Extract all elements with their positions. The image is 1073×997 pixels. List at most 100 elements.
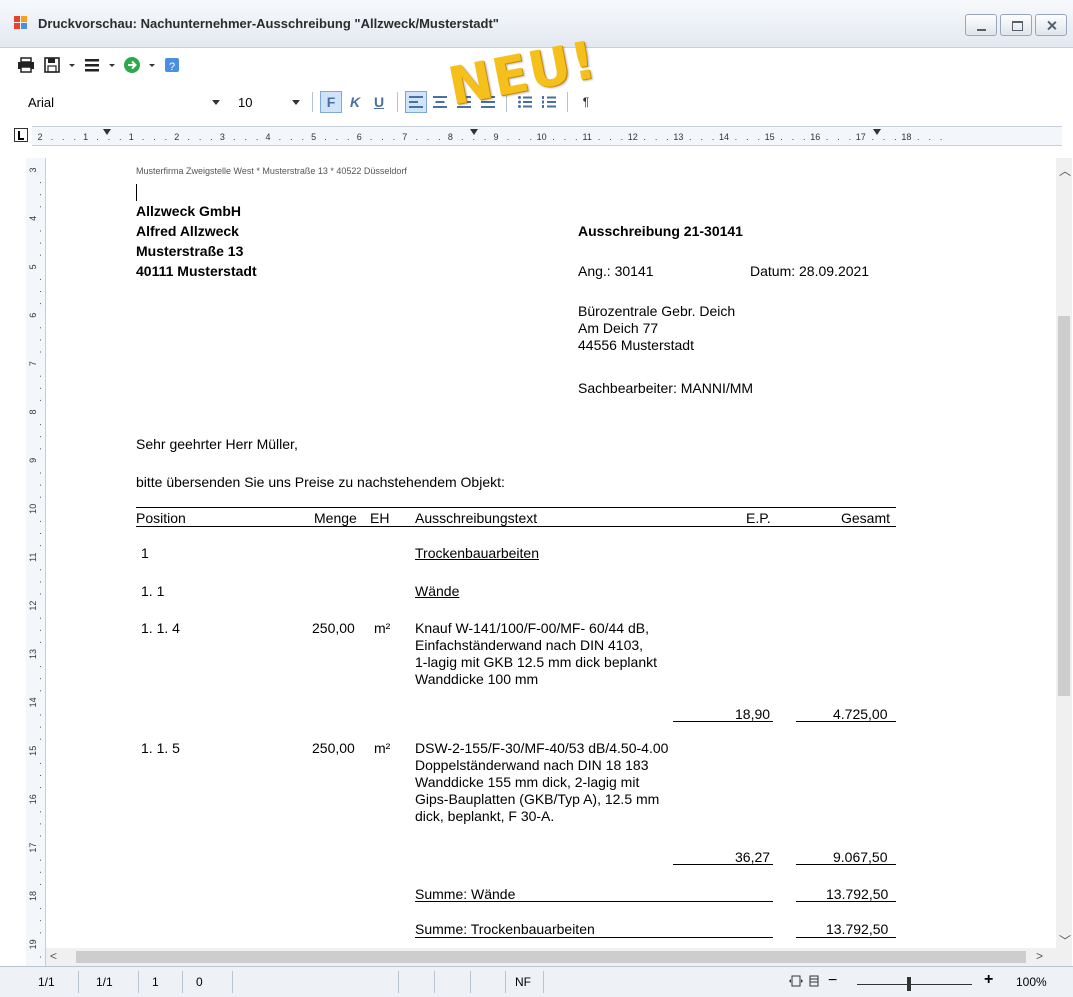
save-dropdown-arrow[interactable] xyxy=(68,55,76,75)
scroll-right-icon[interactable]: > xyxy=(1036,949,1043,963)
pos114-text-line: Knauf W-141/100/F-00/MF- 60/44 dB, xyxy=(415,620,649,636)
ruler-tick xyxy=(439,139,440,140)
ruler-tick xyxy=(40,533,41,534)
ruler-tick xyxy=(256,139,258,140)
tab-marker[interactable] xyxy=(470,129,478,135)
pos114-gesamt: 4.725,00 xyxy=(833,706,888,722)
toolbar-separator xyxy=(397,92,398,112)
ruler-tick xyxy=(484,139,486,140)
pos115-eh: m² xyxy=(374,740,391,756)
ruler-tick xyxy=(40,811,41,813)
left-indent-marker[interactable] xyxy=(103,129,111,135)
pos1-title: Trockenbauarbeiten xyxy=(415,545,540,561)
ruler-tick-label: 4 xyxy=(28,216,38,221)
summe-waende-value: 13.792,50 xyxy=(826,886,889,902)
ruler-tick xyxy=(792,139,794,140)
ruler-tick xyxy=(40,569,41,571)
zoom-slider-track[interactable] xyxy=(857,984,972,985)
zoom-slider-thumb[interactable] xyxy=(907,977,911,991)
minimize-button[interactable] xyxy=(965,14,997,36)
horizontal-scrollbar[interactable]: < > xyxy=(46,948,1056,966)
ruler-tick-label: 17 xyxy=(856,132,866,142)
printer-icon xyxy=(18,57,34,73)
right-indent-marker[interactable] xyxy=(873,129,881,135)
export-dropdown-arrow[interactable] xyxy=(148,55,156,75)
ruler-tick-label: 14 xyxy=(719,132,729,142)
ruler-tick-label: 13 xyxy=(673,132,683,142)
fit-page-button[interactable] xyxy=(788,973,804,992)
ruler-tick xyxy=(40,593,41,595)
ruler-tick xyxy=(473,139,475,140)
align-center-icon xyxy=(433,96,447,108)
ruler-tick-label: 7 xyxy=(402,132,407,142)
summe-waende-value-rule xyxy=(796,901,896,902)
text-caret xyxy=(136,184,137,201)
ruler-tick xyxy=(40,581,41,583)
ruler-tick xyxy=(199,139,201,140)
office-street: Am Deich 77 xyxy=(578,320,659,336)
status-page-total: 1/1 xyxy=(96,975,113,989)
help-button[interactable]: ? xyxy=(162,55,182,75)
horizontal-ruler: 2 1 1 2 3 4 5 6 7 8 9 10 11 12 13 14 15 16 17 18 xyxy=(32,126,1062,146)
align-center-button[interactable] xyxy=(429,91,451,113)
save-button[interactable] xyxy=(42,55,62,75)
layout-dropdown-arrow[interactable] xyxy=(108,55,116,75)
italic-button[interactable]: K xyxy=(344,91,366,113)
underline-button[interactable]: U xyxy=(368,91,390,113)
ruler-tick xyxy=(940,139,942,140)
font-name-value: Arial xyxy=(28,94,55,110)
align-left-icon xyxy=(409,96,423,108)
paragraph-marks-button[interactable]: ¶ xyxy=(575,91,597,113)
ruler-tick xyxy=(40,823,41,825)
status-mode: NF xyxy=(515,975,531,989)
ruler-tick xyxy=(302,139,304,140)
print-button[interactable] xyxy=(16,55,36,75)
ruler-tick xyxy=(40,375,41,377)
ruler-tick xyxy=(530,139,532,140)
layout-button[interactable] xyxy=(82,55,102,75)
svg-text:?: ? xyxy=(169,61,175,73)
ruler-tick xyxy=(701,139,703,140)
ruler-tick xyxy=(826,139,828,140)
ruler-tick xyxy=(245,139,247,140)
ruler-tick xyxy=(598,139,600,140)
recipient-company: Allzweck GmbH xyxy=(136,203,242,219)
ruler-tick xyxy=(165,139,167,140)
maximize-button[interactable] xyxy=(1000,14,1032,36)
zoom-in-button[interactable]: + xyxy=(984,971,993,989)
ruler-tick-label: 11 xyxy=(583,132,592,142)
bold-button[interactable]: F xyxy=(320,91,342,113)
font-name-select[interactable]: Arial xyxy=(16,91,226,113)
ruler-tick-label: 12 xyxy=(628,132,638,142)
ruler-tick xyxy=(393,139,395,140)
vertical-scrollbar[interactable]: ︿ ﹀ xyxy=(1056,158,1072,966)
scroll-down-icon[interactable]: ﹀ xyxy=(1059,932,1071,949)
pos115-text-line: DSW-2-155/F-30/MF-40/53 dB/4.50-4.00 xyxy=(415,740,669,756)
ruler-tick xyxy=(40,327,41,329)
ruler-tick xyxy=(290,139,292,140)
export-button[interactable] xyxy=(122,55,142,75)
fit-width-button[interactable] xyxy=(806,973,822,992)
scroll-left-icon[interactable]: < xyxy=(50,949,57,963)
vertical-scroll-thumb[interactable] xyxy=(1058,316,1070,696)
ruler-tick-label: 10 xyxy=(537,132,547,142)
status-column: 0 xyxy=(196,975,203,989)
ruler-tick xyxy=(416,139,418,140)
zoom-out-button[interactable]: − xyxy=(828,972,837,990)
ruler-tick-label: 8 xyxy=(448,132,453,142)
scroll-up-icon[interactable]: ︿ xyxy=(1059,162,1071,179)
ruler-tick xyxy=(564,139,566,140)
ruler-tick xyxy=(40,387,41,389)
ruler-tick-label: 17 xyxy=(28,843,38,853)
ruler-tick xyxy=(40,629,41,631)
ruler-tick-label: 14 xyxy=(28,697,38,707)
pos114-eh: m² xyxy=(374,620,391,636)
align-left-button[interactable] xyxy=(405,91,427,113)
tab-stop-selector[interactable] xyxy=(14,128,28,142)
table-top-rule xyxy=(136,507,896,508)
ruler-tick xyxy=(507,139,509,140)
font-size-select[interactable]: 10 xyxy=(226,91,306,113)
ruler-tick xyxy=(40,726,41,728)
close-button[interactable] xyxy=(1035,14,1067,36)
horizontal-scroll-thumb[interactable] xyxy=(76,951,1026,963)
